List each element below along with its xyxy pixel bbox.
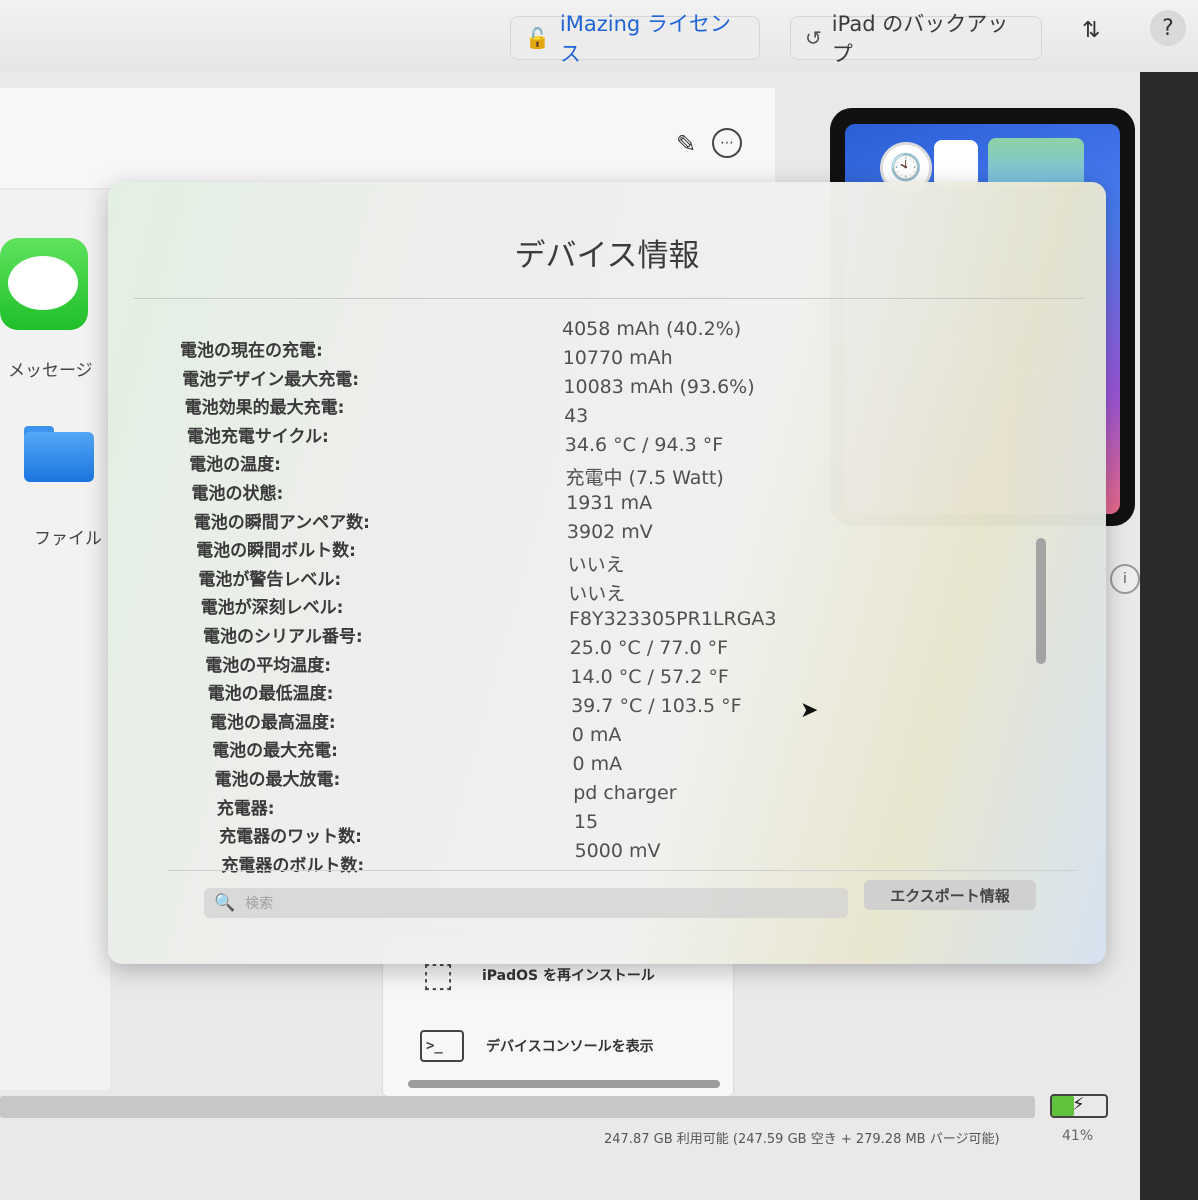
info-row-value: 34.6 °C / 94.3 °F [564,434,724,456]
notes-widget-icon [934,140,978,188]
info-row-label: 充電器: [216,798,275,819]
terminal-icon: >_ [420,1030,464,1062]
info-row-value: 0 mA [572,753,623,775]
search-input[interactable]: 🔍 検索 [204,888,848,918]
info-row-label: 電池の状態: [191,484,284,504]
popover-title: デバイス情報 [514,238,700,274]
info-row-label: 電池の瞬間ボルト数: [196,541,356,562]
info-row-label: 電池が深刻レベル: [200,598,344,619]
help-label: ? [1162,15,1174,41]
info-row-value: F8Y323305PR1LRGA3 [569,608,777,630]
backup-label: iPad のバックアップ [831,12,1009,66]
info-row-label: 電池が警告レベル: [198,569,342,590]
transfer-arrows-icon[interactable]: ⇅ [1082,18,1100,43]
license-button[interactable]: 🔓 iMazing ライセンス [510,12,760,66]
info-row-value: 1931 mA [566,492,653,514]
info-row-value: pd charger [573,782,677,804]
charging-bolt-icon: ⚡ [1072,1094,1085,1115]
vertical-scrollbar[interactable] [1036,538,1046,664]
info-row-value: 4058 mAh (40.2%) [562,318,742,340]
info-row-value: 39.7 °C / 103.5 °F [571,695,742,717]
sidebar-item-messages[interactable]: メッセージ [8,356,93,381]
bottom-divider [168,870,1078,871]
info-row-value: 14.0 °C / 57.2 °F [570,666,729,688]
map-widget-icon [988,138,1084,188]
mouse-cursor-icon: ➤ [800,698,819,723]
info-row-label: 電池の瞬間アンペア数: [193,512,370,533]
info-row-value: 充電中 (7.5 Watt) [565,467,724,489]
info-row-value: いいえ [568,583,626,605]
pencil-icon[interactable]: ✎ [676,130,696,158]
info-row-label: 電池の温度: [189,455,281,476]
info-row-value: 3902 mV [566,521,653,543]
backup-button[interactable]: ↺ iPad のバックアップ [790,12,1042,66]
toolbar: 🔓 iMazing ライセンス ↺ iPad のバックアップ ⇅ ? [0,0,1198,72]
info-row-label: 電池デザイン最大充電: [182,369,360,390]
info-row-label: 電池充電サイクル: [186,426,329,447]
device-info-popover: デバイス情報 電池の現在の充電: 4058 mAh (40.2%) 電池デザイン最大… [108,182,1106,964]
info-row-value: 15 [573,811,599,833]
help-button[interactable]: ? [1150,10,1186,46]
storage-bar [0,1096,1035,1118]
info-row-value: 10083 mAh (93.6%) [563,376,755,398]
history-icon: ↺ [805,26,822,50]
info-row-label: 充電器のワット数: [219,827,362,848]
more-options-icon[interactable]: ⋯ [712,128,742,158]
folder-icon[interactable] [24,432,94,482]
content-header-panel [0,88,775,188]
info-row-label: 電池の最大放電: [214,770,341,790]
storage-text: 247.87 GB 利用可能 (247.59 GB 空き + 279.28 MB… [604,1132,1000,1147]
info-row-value: 43 [564,405,589,427]
info-row-value: 5000 mV [574,840,661,862]
reinstall-label: iPadOS を再インストール [482,968,655,984]
info-row-value: 0 mA [571,724,622,746]
info-row-value: いいえ [567,554,625,576]
info-row-value: 10770 mAh [562,347,673,369]
info-row-value: 25.0 °C / 77.0 °F [569,637,729,659]
info-row-label: 電池の平均温度: [205,655,332,676]
title-divider [134,298,1084,299]
horizontal-scrollbar[interactable] [408,1080,720,1088]
search-icon: 🔍 [214,893,236,913]
unlock-icon: 🔓 [525,26,550,50]
info-row-label: 電池の最大充電: [212,741,338,762]
sidebar-item-files[interactable]: ファイル [34,524,102,549]
search-placeholder: 検索 [245,896,274,912]
device-console-button[interactable]: >_ デバイスコンソールを表示 [420,1030,654,1062]
info-row-label: 電池の現在の充電: [180,341,323,361]
device-info-button[interactable]: i [1110,564,1140,594]
license-label: iMazing ライセンス [559,12,731,66]
console-label: デバイスコンソールを表示 [486,1039,654,1055]
info-row-label: 充電器のボルト数: [221,855,365,876]
battery-percent: 41% [1062,1128,1094,1144]
info-row-label: 電池効果的最大充電: [184,398,345,419]
info-row-label: 電池の最低温度: [207,684,334,705]
info-row-label: 電池の最高温度: [209,712,336,733]
info-row-label: 電池のシリアル番号: [203,627,363,647]
export-info-button[interactable]: エクスポート情報 [864,880,1036,910]
speech-bubble-icon [8,256,78,310]
battery-fill [1052,1096,1074,1116]
